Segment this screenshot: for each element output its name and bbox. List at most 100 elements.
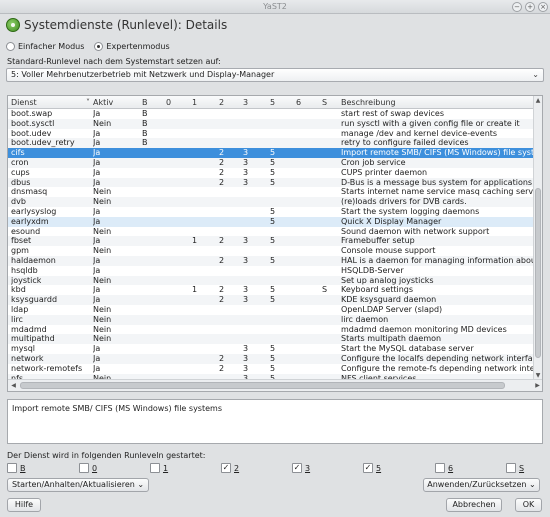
table-cell: 2 — [219, 167, 225, 177]
table-cell: 2 — [219, 157, 225, 167]
table-row[interactable]: network-remotefs Ja 2 3 5 Configure the remot… — [8, 364, 534, 374]
table-row[interactable]: fbset Ja 1 2 3 5 Framebuffer setup — [8, 236, 534, 247]
table-row[interactable]: boot.udev Ja Bmanage /dev and kernel devic… — [8, 129, 534, 139]
column-header[interactable]: 0 — [166, 98, 171, 107]
simple-mode-radio[interactable]: Einfacher Modus — [6, 42, 84, 51]
table-cell: S — [322, 285, 328, 295]
column-header[interactable]: S — [322, 98, 327, 107]
runlevel-checkbox-1[interactable]: 0 — [79, 463, 97, 473]
table-row[interactable]: ldap Nein OpenLDAP Server (slapd) — [8, 305, 534, 315]
column-header[interactable]: 1 — [192, 98, 197, 107]
table-row[interactable]: joystick Nein Set up analog joysticks — [8, 275, 534, 286]
apply-reset-button[interactable]: Anwenden/Zurücksetzen ⌄ — [423, 478, 540, 492]
table-cell: boot.sysctl — [11, 118, 55, 128]
table-cell: Nein — [93, 118, 112, 128]
table-cell: 2 — [219, 285, 225, 295]
table-cell: gpm — [11, 246, 29, 256]
table-cell: cups — [11, 167, 30, 177]
runlevel-checkbox-4[interactable]: ✓ 3 — [292, 463, 310, 473]
table-cell: earlysyslog — [11, 206, 57, 216]
table-row[interactable]: mdadmd Nein mdadmd daemon monitoring MD de… — [8, 325, 534, 335]
scroll-right-icon[interactable]: ▶ — [533, 381, 542, 390]
checkbox-box — [435, 463, 445, 473]
runlevel-checkbox-3[interactable]: ✓ 2 — [221, 463, 239, 473]
table-cell: 3 — [243, 363, 249, 373]
table-row[interactable]: hsqldb Ja HSQLDB-Server — [8, 266, 534, 276]
column-header[interactable]: 6 — [296, 98, 301, 107]
table-cell: cron — [11, 157, 29, 167]
runlevel-checkbox-6[interactable]: 6 — [435, 463, 453, 473]
table-row[interactable]: haldaemon Ja 2 3 5 HAL is a daemon for managi… — [8, 255, 534, 266]
table-row[interactable]: kbd Ja 1 2 3 5 S Keyboard settings — [8, 285, 534, 295]
expert-mode-radio[interactable]: Expertenmodus — [94, 42, 170, 51]
table-row[interactable]: cron Ja 2 3 5 Cron job service — [8, 157, 534, 168]
table-cell: Ja — [93, 157, 101, 167]
column-header[interactable]: Dienst — [11, 98, 37, 107]
runlevel-checkbox-2[interactable]: 1 — [150, 463, 168, 473]
table-cell: Ja — [93, 148, 101, 158]
runlevel-checkbox-7[interactable]: S — [506, 463, 524, 473]
table-row[interactable]: earlysyslog Ja 5 Start the system logging d… — [8, 207, 534, 217]
table-row[interactable]: esound Nein Sound daemon with network supp… — [8, 227, 534, 237]
table-row[interactable]: boot.sysctl Nein Brun sysctl with a given … — [8, 118, 534, 129]
table-row[interactable]: network Ja 2 3 5 Configure the localfs depend… — [8, 353, 534, 364]
horizontal-scrollbar[interactable]: ◀ ▶ — [8, 379, 542, 391]
table-cell: 5 — [270, 295, 276, 305]
table-row[interactable]: dnsmasq Nein Starts internet name service … — [8, 187, 534, 197]
column-header[interactable]: 3 — [243, 98, 248, 107]
table-cell: CUPS printer daemon — [341, 167, 428, 177]
window-titlebar: YaST2 − + × — [0, 0, 550, 14]
table-cell: Configure the remote-fs depending networ… — [341, 363, 534, 373]
table-row[interactable]: lirc Nein lirc daemon — [8, 314, 534, 325]
hscroll-thumb[interactable] — [20, 382, 505, 389]
table-cell: Ja — [93, 109, 101, 118]
table-row[interactable]: dbus Ja 2 3 5 D-Bus is a message bus system f… — [8, 177, 534, 188]
table-row[interactable]: multipathd Nein Starts multipath daemon — [8, 334, 534, 345]
runlevel-checkbox-label: S — [519, 463, 525, 473]
column-header[interactable]: 5 — [270, 98, 275, 107]
table-row[interactable]: gpm Nein Console mouse support — [8, 246, 534, 256]
runlevel-checkbox-label: 1 — [163, 463, 169, 473]
vertical-scrollbar[interactable]: ▲ ▼ — [533, 96, 542, 380]
column-header[interactable]: B — [142, 98, 148, 107]
column-header[interactable]: Beschreibung — [341, 98, 396, 107]
table-cell: 5 — [270, 167, 276, 177]
table-cell: Ja — [93, 353, 101, 363]
minimize-button[interactable]: − — [512, 2, 522, 12]
help-button[interactable]: Hilfe — [7, 498, 41, 512]
table-header: Dienst ˅ Aktiv B 0 1 2 3 5 6 S Beschreibung — [8, 96, 534, 109]
runlevel-select-value: 5: Voller Mehrbenutzerbetrieb mit Netzwe… — [11, 70, 275, 79]
column-header[interactable]: Aktiv — [93, 98, 113, 107]
runlevel-select[interactable]: 5: Voller Mehrbenutzerbetrieb mit Netzwe… — [6, 68, 544, 82]
table-row[interactable]: cifs Ja 2 3 5 Import remote SMB/ CIFS (MS Win… — [8, 148, 534, 158]
runlevel-checkbox-label: 3 — [305, 463, 311, 473]
table-cell: 3 — [243, 255, 249, 265]
scroll-thumb[interactable] — [535, 188, 541, 358]
runlevel-checkbox-0[interactable]: B — [7, 463, 26, 473]
maximize-button[interactable]: + — [525, 2, 535, 12]
table-row[interactable]: earlyxdm Ja 5 Quick X Display Manager — [8, 216, 534, 227]
scroll-left-icon[interactable]: ◀ — [9, 381, 18, 390]
table-cell: haldaemon — [11, 255, 56, 265]
chevron-down-icon: ⌄ — [529, 480, 536, 489]
column-header[interactable]: 2 — [219, 98, 224, 107]
table-cell: Ja — [93, 255, 101, 265]
cancel-button[interactable]: Abbrechen — [446, 498, 502, 512]
scroll-up-icon[interactable]: ▲ — [534, 96, 542, 105]
table-row[interactable]: dvb Nein (re)loads drivers for DVB cards. — [8, 197, 534, 207]
apply-reset-label: Anwenden/Zurücksetzen — [427, 480, 527, 489]
table-row[interactable]: boot.swap Ja Bstart rest of swap devices — [8, 109, 534, 119]
table-row[interactable]: ksysguardd Ja 2 3 5 KDE ksysguard daemon — [8, 295, 534, 305]
ok-button[interactable]: OK — [515, 498, 542, 512]
close-button[interactable]: × — [538, 2, 548, 12]
expert-mode-label: Expertenmodus — [106, 42, 170, 51]
table-cell: Ja — [93, 265, 101, 275]
runlevel-checkbox-5[interactable]: ✓ 5 — [363, 463, 381, 473]
table-row[interactable]: boot.udev_retry Ja Bretry to configure fai… — [8, 138, 534, 149]
table-row[interactable]: cups Ja 2 3 5 CUPS printer daemon — [8, 168, 534, 178]
table-cell: Ja — [93, 285, 101, 295]
start-stop-refresh-button[interactable]: Starten/Anhalten/Aktualisieren ⌄ — [7, 478, 149, 492]
table-cell: lirc — [11, 314, 23, 324]
table-row[interactable]: mysql Ja 3 5 Start the MySQL database server — [8, 344, 534, 354]
table-cell: 2 — [219, 363, 225, 373]
